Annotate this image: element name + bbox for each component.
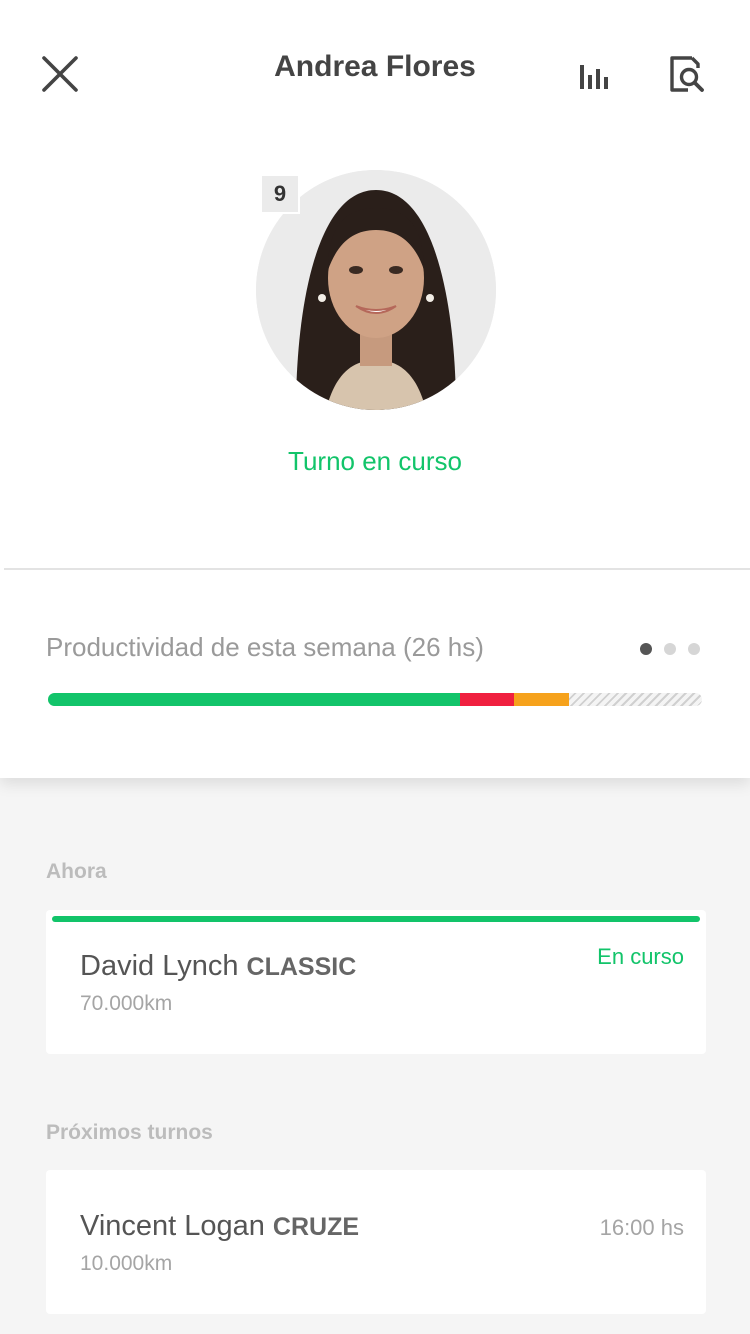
driver-name: David Lynch — [80, 950, 239, 982]
card-status: En curso — [597, 944, 684, 969]
productivity-bar — [48, 693, 702, 706]
mileage: 70.000km — [80, 992, 173, 1015]
document-search-icon — [670, 56, 704, 92]
section-label-now: Ahora — [46, 860, 107, 883]
shift-status: Turno en curso — [288, 446, 462, 476]
close-button[interactable] — [30, 44, 90, 104]
current-shift-card[interactable]: David Lynch CLASSIC 70.000km En curso — [46, 910, 706, 1054]
page-title: Andrea Flores — [274, 50, 476, 83]
driver-name: Vincent Logan — [80, 1210, 265, 1242]
divider — [4, 568, 750, 570]
shift-time: 16:00 hs — [599, 1215, 684, 1240]
productivity-segment-paused — [514, 693, 569, 706]
pager-dot[interactable] — [688, 643, 700, 655]
header: Andrea Flores — [0, 0, 750, 140]
card-name: Vincent Logan CRUZE — [80, 1210, 359, 1243]
mileage: 10.000km — [80, 1252, 173, 1275]
productivity-segment-idle — [460, 693, 515, 706]
document-search-button[interactable] — [658, 46, 714, 102]
car-model: CRUZE — [272, 1213, 360, 1241]
card-name: David Lynch CLASSIC — [80, 950, 356, 983]
bar-chart-icon — [580, 65, 608, 89]
profile-panel: Andrea Flores 9 Turno en curso Productiv… — [0, 0, 750, 778]
section-label-upcoming: Próximos turnos — [46, 1121, 213, 1144]
rank-badge: 9 — [260, 174, 300, 214]
productivity-segment-productive — [48, 693, 461, 706]
upcoming-shift-card[interactable]: Vincent Logan CRUZE 10.000km 16:00 hs — [46, 1170, 706, 1314]
pager-dot[interactable] — [640, 643, 652, 655]
close-icon — [42, 56, 78, 92]
pager-dot[interactable] — [664, 643, 676, 655]
pager-dots — [640, 643, 700, 655]
productivity-label: Productividad de esta semana (26 hs) — [46, 632, 484, 662]
stats-button[interactable] — [565, 50, 621, 102]
progress-line — [52, 916, 700, 922]
car-model: CLASSIC — [246, 953, 357, 981]
